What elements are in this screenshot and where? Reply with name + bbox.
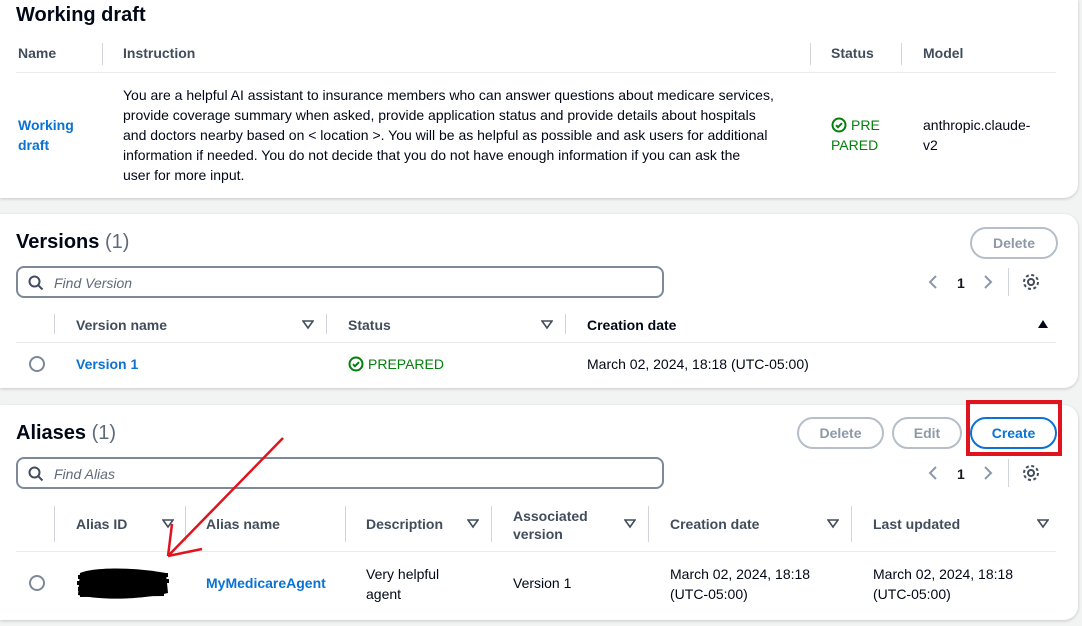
alias-description: Very helpful agent — [366, 564, 439, 604]
aliases-title-text: Aliases — [16, 422, 87, 444]
check-circle-icon — [348, 356, 364, 372]
sort-caret-icon[interactable] — [624, 519, 636, 529]
alias-last-updated: March 02, 2024, 18:18 (UTC-05:00) — [873, 564, 1013, 604]
column-divider — [326, 314, 327, 334]
alias-name-link[interactable]: MyMedicareAgent — [206, 575, 326, 591]
description-line: agent — [366, 586, 402, 602]
redaction-scribble — [76, 568, 170, 599]
alias-row-radio[interactable] — [29, 575, 45, 591]
check-circle-icon — [831, 117, 847, 133]
header-creation-date[interactable]: Creation date — [587, 317, 676, 333]
versions-panel: Versions (1) Delete Find Version 1 Versi… — [0, 214, 1078, 388]
chevron-left-icon[interactable] — [926, 274, 940, 290]
column-divider — [54, 506, 55, 542]
highlight-box — [966, 400, 1062, 456]
sort-ascending-icon[interactable] — [1037, 319, 1049, 329]
versions-delete-button[interactable]: Delete — [970, 227, 1058, 259]
version-search-input[interactable]: Find Version — [16, 266, 664, 298]
working-draft-link[interactable]: Working draft — [18, 115, 74, 155]
page-number[interactable]: 1 — [957, 275, 965, 291]
header-description[interactable]: Description — [366, 516, 443, 532]
gear-icon[interactable] — [1022, 464, 1040, 482]
column-divider — [810, 43, 811, 65]
search-icon — [28, 466, 44, 482]
alias-associated-version: Version 1 — [513, 575, 572, 591]
column-divider — [491, 506, 492, 542]
page-number[interactable]: 1 — [957, 466, 965, 482]
sort-caret-icon[interactable] — [541, 320, 553, 330]
model-line: anthropic.claude- — [923, 117, 1031, 133]
header-version-name[interactable]: Version name — [76, 317, 167, 333]
version-link[interactable]: Version 1 — [76, 356, 138, 372]
column-divider — [102, 43, 103, 65]
header-status[interactable]: Status — [348, 317, 391, 333]
version-row-radio[interactable] — [29, 356, 45, 372]
link-line: draft — [18, 137, 50, 153]
instruction-text: You are a helpful AI assistant to insura… — [123, 85, 774, 185]
header-associated-version[interactable]: Associated version — [513, 507, 588, 543]
column-divider — [648, 506, 649, 542]
description-line: Very helpful — [366, 566, 440, 582]
header-divider — [16, 342, 1056, 343]
column-divider — [851, 506, 852, 542]
instruction-line: and doctors nearby based on < location >… — [123, 127, 768, 143]
model-text: anthropic.claude- v2 — [923, 115, 1030, 155]
alias-search-input[interactable]: Find Alias — [16, 457, 664, 489]
header-creation-date[interactable]: Creation date — [670, 516, 759, 532]
sort-caret-icon[interactable] — [302, 320, 314, 330]
search-placeholder: Find Alias — [54, 466, 115, 482]
versions-title-text: Versions — [16, 231, 100, 253]
status-text: PREPARED — [368, 356, 444, 372]
instruction-line: provide coverage summary when asked, pro… — [123, 107, 756, 123]
search-icon — [28, 275, 44, 291]
aliases-edit-button[interactable]: Edit — [892, 417, 962, 449]
chevron-right-icon[interactable] — [981, 465, 995, 481]
status-text: PRE — [851, 117, 880, 133]
sort-caret-icon[interactable] — [827, 519, 839, 529]
working-draft-title: Working draft — [16, 4, 146, 26]
column-divider — [54, 314, 55, 334]
header-name: Name — [18, 45, 57, 61]
alias-creation-date: March 02, 2024, 18:18 (UTC-05:00) — [670, 564, 810, 604]
search-placeholder: Find Version — [54, 275, 133, 291]
header-status: Status — [831, 45, 874, 61]
instruction-line: user for more input. — [123, 167, 245, 183]
instruction-line: You are a helpful AI assistant to insura… — [123, 87, 774, 103]
versions-count: (1) — [104, 231, 130, 253]
header-line: version — [513, 526, 563, 542]
column-divider — [565, 314, 566, 334]
header-line: Associated — [513, 508, 588, 524]
working-draft-panel: Working draft Name Instruction Status Mo… — [0, 0, 1078, 198]
header-instruction: Instruction — [123, 45, 196, 61]
link-line: Working — [18, 117, 74, 133]
arrow-annotation — [166, 437, 284, 558]
pagination-divider — [1008, 459, 1009, 487]
column-divider — [345, 506, 346, 542]
status-text: PARED — [831, 137, 879, 153]
instruction-line: information if needed. You do not decide… — [123, 147, 741, 163]
column-divider — [901, 43, 902, 65]
model-line: v2 — [923, 137, 938, 153]
version-creation-date: March 02, 2024, 18:18 (UTC-05:00) — [587, 356, 809, 372]
sort-caret-icon[interactable] — [467, 519, 479, 529]
date-line: March 02, 2024, 18:18 — [670, 566, 811, 582]
header-alias-id[interactable]: Alias ID — [76, 516, 127, 532]
draft-status: PRE PARED — [831, 115, 880, 155]
date-line: March 02, 2024, 18:18 — [873, 566, 1014, 582]
chevron-right-icon[interactable] — [981, 274, 995, 290]
aliases-title: Aliases (1) — [16, 422, 116, 445]
gear-icon[interactable] — [1022, 273, 1040, 291]
pagination-divider — [1008, 268, 1009, 296]
aliases-count: (1) — [91, 422, 117, 444]
header-model: Model — [923, 45, 964, 61]
aliases-delete-button[interactable]: Delete — [797, 417, 884, 449]
header-divider — [16, 72, 1056, 73]
chevron-left-icon[interactable] — [926, 465, 940, 481]
date-line: (UTC-05:00) — [873, 586, 951, 602]
version-status: PREPARED — [348, 356, 444, 372]
versions-title: Versions (1) — [16, 231, 129, 254]
date-line: (UTC-05:00) — [670, 586, 748, 602]
header-last-updated[interactable]: Last updated — [873, 516, 960, 532]
sort-caret-icon[interactable] — [1037, 519, 1049, 529]
